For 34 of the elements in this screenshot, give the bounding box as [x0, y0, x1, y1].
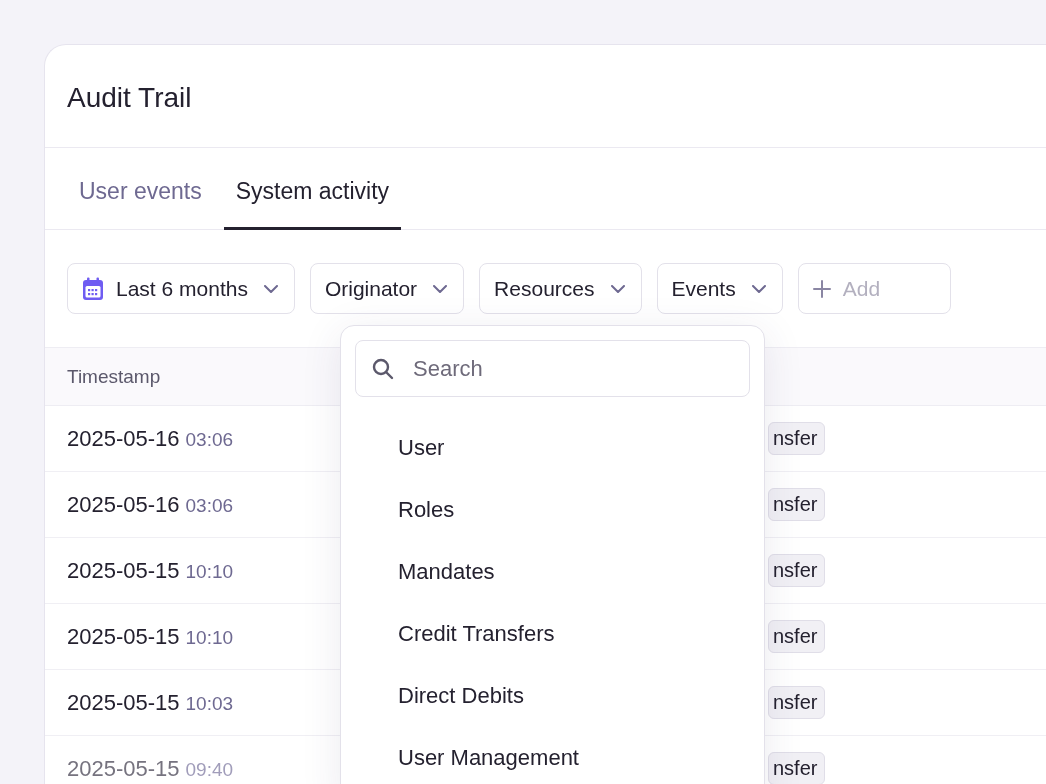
column-header: Timestamp: [67, 365, 161, 388]
timestamp-cell: 2025-05-16 03:06: [67, 491, 234, 518]
chevron-down-icon: [610, 284, 625, 293]
event-tag: nsfer: [768, 554, 826, 587]
timestamp-cell: 2025-05-15 10:10: [67, 623, 234, 650]
menu-option[interactable]: Credit Transfers: [355, 603, 555, 665]
timestamp-cell: 2025-05-15 10:10: [67, 557, 234, 584]
timestamp-cell: 2025-05-16 03:06: [67, 425, 234, 452]
plus-icon: [812, 279, 831, 298]
date-filter[interactable]: Last 6 months: [67, 263, 295, 314]
tab[interactable]: User events: [67, 148, 214, 230]
filter-dropdown[interactable]: Resources: [479, 263, 642, 314]
chevron-down-icon: [751, 284, 766, 293]
event-tag: nsfer: [768, 686, 826, 719]
page-title: Audit Trail: [67, 81, 192, 115]
menu-option[interactable]: Mandates: [355, 541, 495, 603]
event-tag: nsfer: [768, 752, 826, 784]
event-tag: nsfer: [768, 620, 826, 653]
search-field[interactable]: Search: [355, 340, 750, 397]
menu-option[interactable]: User: [355, 417, 445, 479]
timestamp-cell: 2025-05-15 10:03: [67, 689, 234, 716]
menu-option[interactable]: User Management: [355, 727, 579, 784]
timestamp-cell: 2025-05-15 09:40: [67, 755, 234, 782]
event-tag: nsfer: [768, 488, 826, 521]
calendar-icon: [82, 276, 104, 301]
menu-option[interactable]: Roles: [355, 479, 455, 541]
tab[interactable]: System activity: [223, 148, 402, 230]
filter-dropdown[interactable]: Originator: [309, 263, 465, 314]
search-icon: [372, 358, 394, 380]
filter-dropdown[interactable]: Events: [656, 263, 783, 314]
event-tag: nsfer: [768, 422, 826, 455]
chevron-down-icon: [433, 284, 448, 293]
menu-option[interactable]: Direct Debits: [355, 665, 524, 727]
chevron-down-icon: [263, 284, 278, 293]
